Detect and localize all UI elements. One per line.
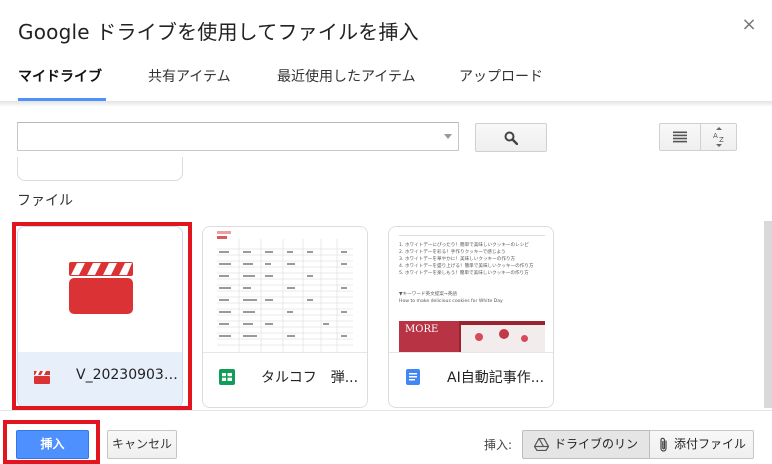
file-card-footer: AI自動記事作... (389, 352, 553, 407)
doc-preview-line: 5. ホワイトデーを楽しもう！簡単で美味しいクッキーの作り方 (399, 271, 529, 276)
tab-upload[interactable]: アップロード (459, 68, 543, 102)
tabs-divider (0, 101, 772, 107)
spreadsheet-file-icon (219, 369, 235, 385)
close-icon[interactable]: × (738, 14, 760, 36)
doc-preview-image-text: MORE (405, 324, 439, 335)
section-label-files: ファイル (17, 193, 73, 209)
clapperboard-icon (69, 262, 133, 314)
file-name: タルコフ 弾... (261, 370, 359, 386)
file-card-footer: タルコフ 弾... (203, 352, 367, 407)
cancel-button[interactable]: キャンセル (107, 430, 177, 459)
list-view-button[interactable] (659, 123, 701, 151)
attach-file-button[interactable]: 添付ファイル (650, 430, 754, 459)
file-name: V_20230903_... (76, 367, 180, 383)
file-name: AI自動記事作... (447, 370, 545, 386)
doc-preview-line: 3. ホワイトデーを華やかに！美味しいクッキーの作り方 (399, 257, 516, 262)
sort-button[interactable]: A Z (701, 123, 737, 151)
sort-az-icon: A Z (713, 127, 724, 147)
paperclip-icon (660, 437, 667, 452)
insert-as-label: 挿入: (484, 438, 513, 452)
tab-shared[interactable]: 共有アイテム (148, 68, 231, 102)
spreadsheet-preview (203, 227, 367, 352)
tab-recent[interactable]: 最近使用したアイテム (277, 68, 416, 102)
file-thumbnail (203, 227, 367, 352)
insert-button[interactable]: 挿入 (16, 430, 89, 459)
doc-preview-english: How to make delicious cookies for White … (399, 299, 503, 304)
document-preview: 1. ホワイトデーにぴったり！簡単で美味しいクッキーのレシピ 2. ホワイトデー… (399, 235, 545, 352)
file-card-footer: V_20230903_... (18, 352, 182, 407)
tab-bar: マイドライブ 共有アイテム 最近使用したアイテム アップロード (0, 60, 772, 102)
drive-link-label: ドライブのリンク (554, 437, 639, 451)
folder-tile-partial[interactable] (17, 157, 183, 181)
search-input[interactable] (17, 122, 459, 151)
doc-preview-line: 1. ホワイトデーにぴったり！簡単で美味しいクッキーのレシピ (399, 243, 529, 248)
dialog-title: Google ドライブを使用してファイルを挿入 (18, 20, 419, 44)
document-file-icon (406, 369, 420, 385)
drive-icon (534, 438, 549, 451)
attach-file-label: 添付ファイル (674, 437, 747, 451)
file-thumbnail (18, 227, 182, 352)
doc-preview-keyword: ▼キーワード英文提案→英語 (399, 292, 457, 297)
tab-my-drive[interactable]: マイドライブ (18, 68, 102, 102)
scrollbar[interactable] (764, 221, 772, 408)
file-card-video[interactable]: V_20230903_... (17, 226, 183, 408)
file-browser: ファイル V_20230903_... タルコフ 弾... 1. ホワイトデーに… (0, 157, 772, 409)
file-thumbnail: 1. ホワイトデーにぴったり！簡単で美味しいクッキーのレシピ 2. ホワイトデー… (389, 227, 553, 352)
file-card-spreadsheet[interactable]: タルコフ 弾... (202, 226, 368, 408)
magnifier-icon (504, 131, 518, 145)
doc-preview-image: MORE (399, 321, 545, 352)
search-button[interactable] (475, 123, 547, 152)
list-view-icon (673, 131, 687, 143)
doc-preview-line: 4. ホワイトデーを盛り上げる！簡単で美味しいクッキーの作り方 (399, 264, 534, 269)
video-file-icon (34, 371, 50, 384)
search-dropdown-caret-icon[interactable] (444, 134, 452, 139)
svg-text:A: A (713, 132, 718, 140)
svg-text:Z: Z (719, 136, 724, 144)
drive-link-button[interactable]: ドライブのリンク (522, 430, 650, 459)
file-card-document[interactable]: 1. ホワイトデーにぴったり！簡単で美味しいクッキーのレシピ 2. ホワイトデー… (388, 226, 554, 408)
doc-preview-line: 2. ホワイトデーを彩る！手作りクッキーで感じよう (399, 250, 506, 255)
